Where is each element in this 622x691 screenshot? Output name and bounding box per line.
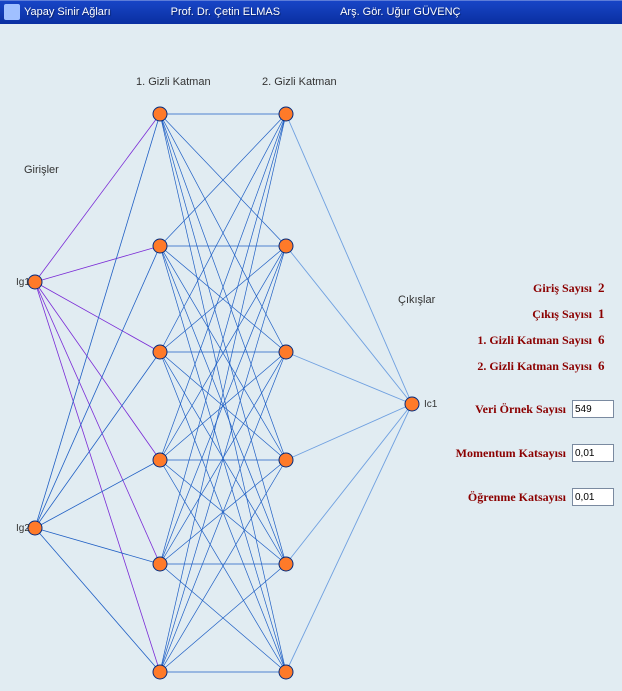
input-node-0 — [28, 275, 42, 289]
edge-in0-h15 — [35, 282, 160, 672]
param-label-sample-count: Veri Örnek Sayısı — [444, 402, 572, 417]
hidden1-column-header: 1. Gizli Katman — [136, 76, 211, 88]
learning-rate-input[interactable] — [572, 488, 614, 506]
hidden1-node-0 — [153, 107, 167, 121]
diagram-canvas: Girişler 1. Gizli Katman 2. Gizli Katman… — [0, 24, 622, 691]
hidden1-node-1 — [153, 239, 167, 253]
param-label-learning-rate: Öğrenme Katsayısı — [444, 490, 572, 505]
input-node-1 — [28, 521, 42, 535]
edge-h21-out0 — [286, 246, 412, 404]
hidden2-column-header: 2. Gizli Katman — [262, 76, 337, 88]
sample-count-input[interactable] — [572, 400, 614, 418]
edge-in1-h14 — [35, 528, 160, 564]
param-label-output-count: Çıkış Sayısı — [444, 307, 598, 322]
param-row-input-count: Giriş Sayısı 2 — [444, 280, 614, 296]
param-row-momentum: Momentum Katsayısı — [444, 444, 614, 462]
hidden1-node-5 — [153, 665, 167, 679]
edge-in1-h15 — [35, 528, 160, 672]
param-row-learning-rate: Öğrenme Katsayısı — [444, 488, 614, 506]
hidden2-node-2 — [279, 345, 293, 359]
edge-in0-h13 — [35, 282, 160, 460]
param-label-momentum: Momentum Katsayısı — [444, 446, 572, 461]
momentum-input[interactable] — [572, 444, 614, 462]
edge-in1-h11 — [35, 246, 160, 528]
param-value-hidden1-count: 6 — [598, 332, 614, 348]
edge-in1-h13 — [35, 460, 160, 528]
output-node-0 — [405, 397, 419, 411]
param-value-output-count: 1 — [598, 306, 614, 322]
hidden2-node-0 — [279, 107, 293, 121]
hidden2-node-4 — [279, 557, 293, 571]
param-row-hidden1-count: 1. Gizli Katman Sayısı 6 — [444, 332, 614, 348]
parameters-panel: Giriş Sayısı 2 Çıkış Sayısı 1 1. Gizli K… — [444, 280, 614, 516]
param-row-sample-count: Veri Örnek Sayısı — [444, 400, 614, 418]
edge-in1-h10 — [35, 114, 160, 528]
param-value-hidden2-count: 6 — [598, 358, 614, 374]
edge-in0-h14 — [35, 282, 160, 564]
inputs-column-header: Girişler — [24, 164, 59, 176]
param-label-hidden1-count: 1. Gizli Katman Sayısı — [444, 333, 598, 348]
app-title: Yapay Sinir Ağları — [24, 6, 111, 18]
hidden2-node-3 — [279, 453, 293, 467]
window-titlebar: Yapay Sinir Ağları Prof. Dr. Çetin ELMAS… — [0, 0, 622, 24]
input-node-1-label: Ig1 — [16, 277, 30, 288]
edge-in0-h10 — [35, 114, 160, 282]
hidden2-node-1 — [279, 239, 293, 253]
edge-in1-h12 — [35, 352, 160, 528]
edge-h23-out0 — [286, 404, 412, 460]
edge-h24-out0 — [286, 404, 412, 564]
param-row-hidden2-count: 2. Gizli Katman Sayısı 6 — [444, 358, 614, 374]
edge-h20-out0 — [286, 114, 412, 404]
hidden1-node-2 — [153, 345, 167, 359]
output-node-1-label: Ic1 — [424, 399, 437, 410]
param-row-output-count: Çıkış Sayısı 1 — [444, 306, 614, 322]
edge-h25-out0 — [286, 404, 412, 672]
input-node-2-label: Ig2 — [16, 523, 30, 534]
author-primary: Prof. Dr. Çetin ELMAS — [171, 6, 280, 18]
author-secondary: Arş. Gör. Uğur GÜVENÇ — [340, 6, 460, 18]
param-label-hidden2-count: 2. Gizli Katman Sayısı — [444, 359, 598, 374]
outputs-column-header: Çıkışlar — [398, 294, 435, 306]
hidden2-node-5 — [279, 665, 293, 679]
hidden1-node-3 — [153, 453, 167, 467]
param-label-input-count: Giriş Sayısı — [444, 281, 598, 296]
app-icon — [4, 4, 20, 20]
edge-in0-h11 — [35, 246, 160, 282]
param-value-input-count: 2 — [598, 280, 614, 296]
hidden1-node-4 — [153, 557, 167, 571]
